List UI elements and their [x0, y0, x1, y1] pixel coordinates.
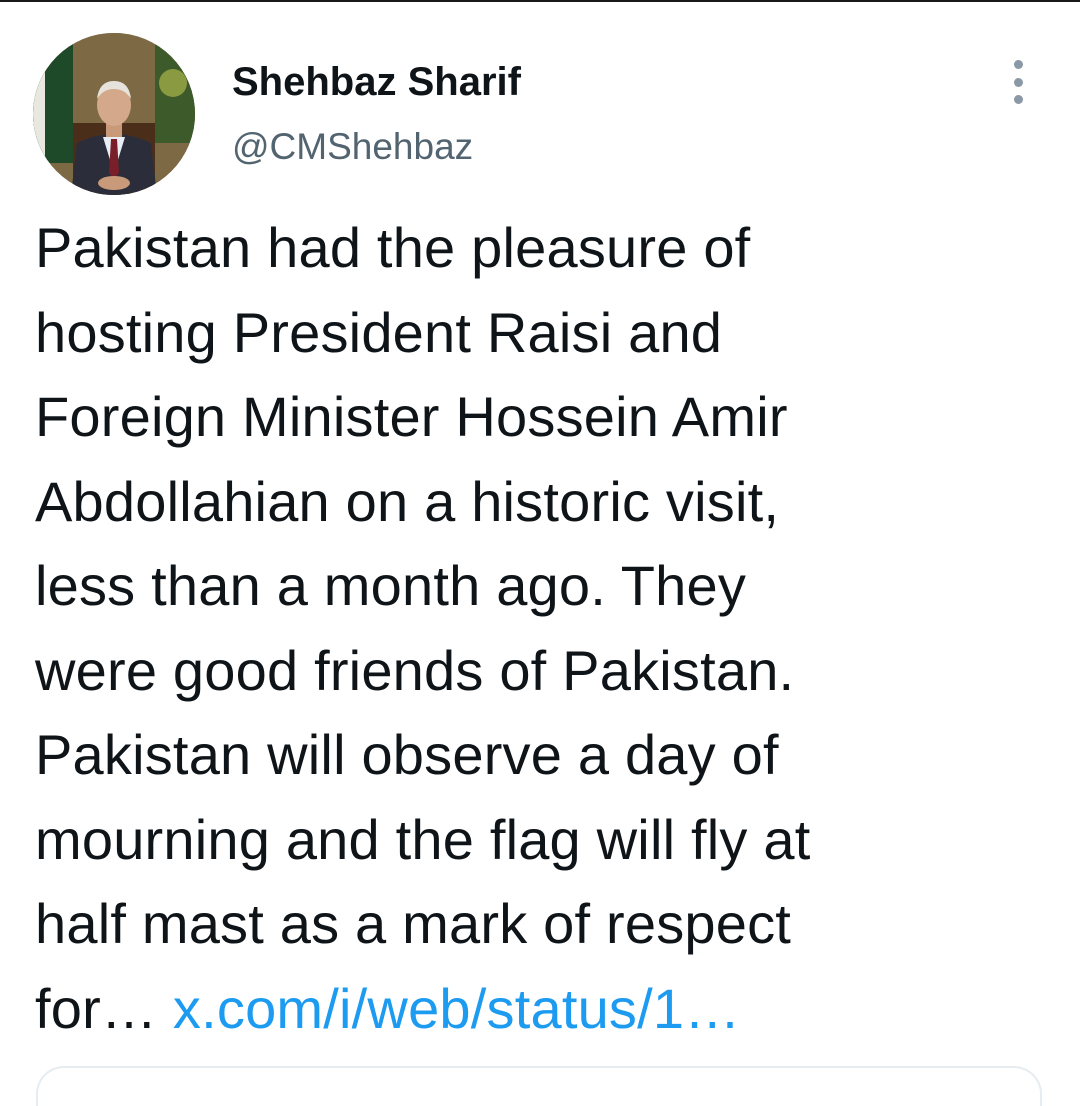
tweet-text-line: half mast as a mark of respect — [35, 892, 792, 955]
tweet-text-line: were good friends of Pakistan. — [35, 638, 795, 702]
embedded-card-top-edge[interactable] — [36, 1066, 1042, 1106]
menu-dot — [1013, 60, 1023, 69]
tweet-text-line: less than a month ago. They — [35, 554, 747, 617]
tweet-text-line: Pakistan will observe a day of — [35, 723, 779, 786]
profile-photo-icon — [33, 33, 195, 195]
truncated-text: for… — [35, 976, 173, 1040]
tweet-status-link[interactable]: x.com/i/web/status/1… — [173, 977, 741, 1040]
author-avatar[interactable] — [33, 33, 195, 195]
menu-dot — [1013, 77, 1023, 87]
menu-dot — [1013, 95, 1023, 104]
tweet-text-line: Pakistan had the pleasure of — [35, 216, 751, 279]
author-handle[interactable]: @CMShehbaz — [232, 124, 473, 170]
tweet-text-line: Abdollahian on a historic visit, — [35, 469, 780, 533]
tweet-text: Pakistan had the pleasure of hosting Pre… — [35, 206, 1055, 1051]
tweet-text-line: hosting President Raisi and — [35, 300, 723, 364]
tweet-text-last-line: for… x.com/i/web/status/1… — [35, 967, 1055, 1052]
tweet-text-line: Foreign Minister Hossein Amir — [35, 385, 788, 448]
tweet: Shehbaz Sharif @CMShehbaz Pakistan had t… — [0, 0, 1080, 1106]
tweet-text-line: mourning and the flag will fly at — [35, 807, 811, 871]
more-options-icon[interactable] — [1000, 60, 1036, 104]
author-display-name[interactable]: Shehbaz Sharif — [232, 58, 521, 106]
